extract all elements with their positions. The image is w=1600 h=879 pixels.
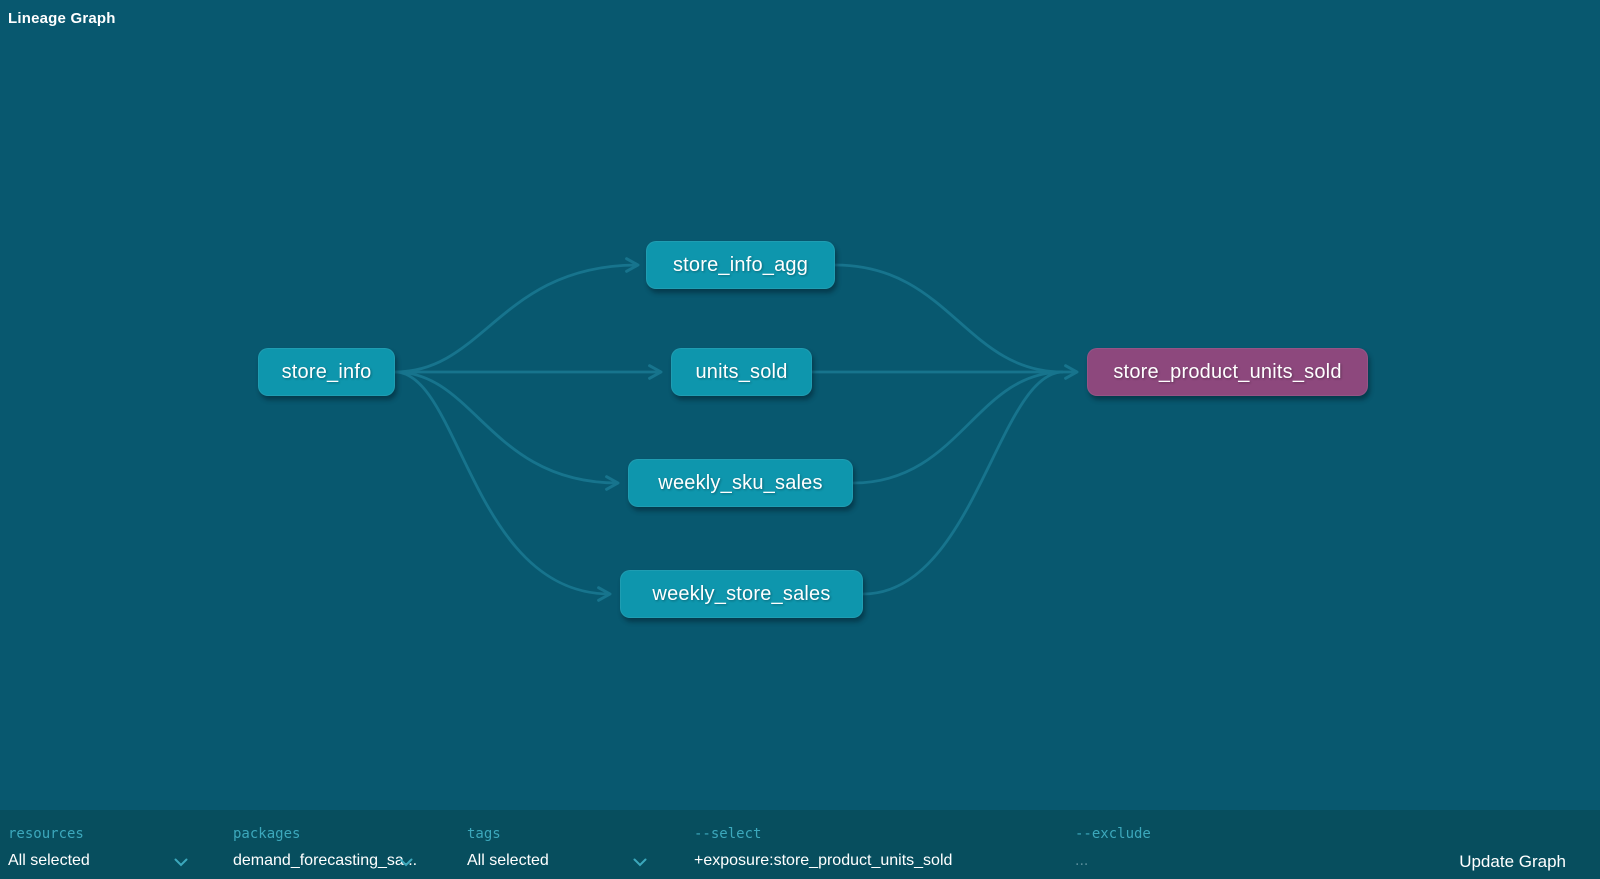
filter-exclude-label: --exclude — [1075, 826, 1151, 842]
node-units_sold[interactable]: units_sold — [671, 348, 812, 396]
lineage-graph-view: Lineage Graph store_info store_info_agg … — [0, 0, 1600, 879]
filter-tags-dropdown[interactable]: tags All selected — [467, 810, 682, 879]
filter-toolbar: resources All selected packages demand_f… — [0, 810, 1600, 879]
edge-store_info_agg-to-store_product_units_sold — [835, 265, 1063, 372]
chevron-down-icon — [399, 858, 413, 867]
node-weekly_store_sales[interactable]: weekly_store_sales — [620, 570, 863, 618]
edge-store_info-to-weekly_sku_sales — [395, 372, 618, 483]
filter-resources-label: resources — [8, 826, 84, 842]
filter-select-value: +exposure:store_product_units_sold — [694, 852, 952, 870]
edge-weekly_store_sales-to-store_product_units_sold — [863, 372, 1063, 594]
node-weekly_sku_sales[interactable]: weekly_sku_sales — [628, 459, 853, 507]
filter-resources-dropdown[interactable]: resources All selected — [8, 810, 223, 879]
node-store_info[interactable]: store_info — [258, 348, 395, 396]
filter-exclude-value: ... — [1075, 852, 1088, 870]
filter-select-label: --select — [694, 826, 761, 842]
filter-resources-value: All selected — [8, 852, 90, 870]
filter-tags-label: tags — [467, 826, 501, 842]
edge-store_info-to-weekly_store_sales — [395, 372, 610, 594]
chevron-down-icon — [633, 858, 647, 867]
edge-store_info-to-store_info_agg — [395, 265, 638, 372]
filter-packages-label: packages — [233, 826, 300, 842]
chevron-down-icon — [174, 858, 188, 867]
filter-packages-value: demand_forecasting_sa... — [233, 852, 417, 870]
node-store_info_agg[interactable]: store_info_agg — [646, 241, 835, 289]
lineage-edges — [0, 0, 1600, 879]
filter-tags-value: All selected — [467, 852, 549, 870]
filter-exclude-input[interactable]: --exclude ... — [1075, 810, 1355, 879]
update-graph-button[interactable]: Update Graph — [1459, 852, 1566, 872]
filter-select-input[interactable]: --select +exposure:store_product_units_s… — [694, 810, 1054, 879]
node-store_product_units_sold[interactable]: store_product_units_sold — [1087, 348, 1368, 396]
filter-packages-dropdown[interactable]: packages demand_forecasting_sa... — [233, 810, 448, 879]
